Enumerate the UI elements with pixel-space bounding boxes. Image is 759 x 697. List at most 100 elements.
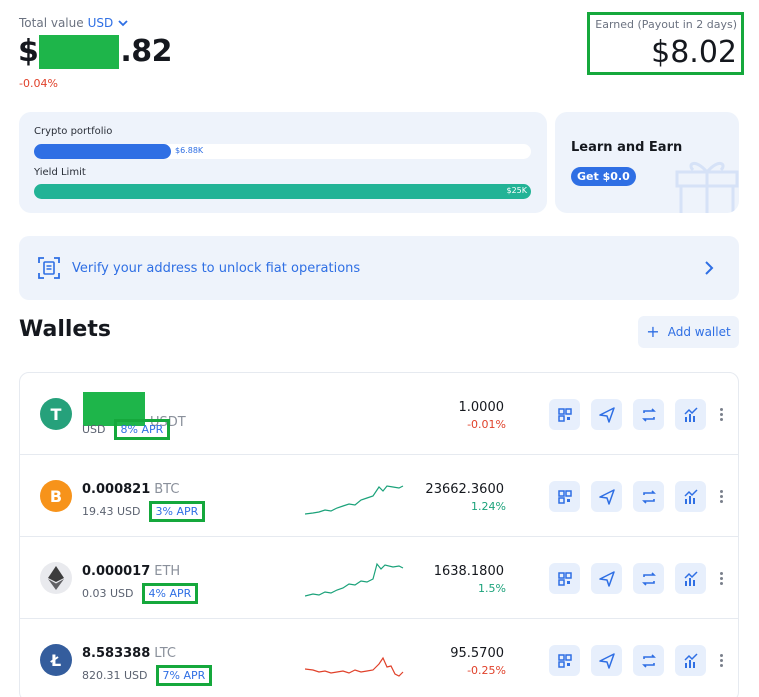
get-reward-button[interactable]: Get $0.0 bbox=[571, 167, 636, 186]
swap-icon bbox=[641, 571, 656, 586]
wallet-row[interactable]: 0.000017 ETH 0.03 USD 4% APR 1638.1800 1.5% bbox=[20, 537, 738, 619]
chevron-right-icon bbox=[705, 261, 714, 275]
wallet-row[interactable]: B 0.000821 BTC 19.43 USD 3% APR 23662.3600 1.2… bbox=[20, 455, 738, 537]
eth-coin-icon bbox=[40, 562, 72, 594]
verify-address-text: Verify your address to unlock fiat opera… bbox=[72, 260, 361, 276]
total-value-suffix: .82 bbox=[120, 34, 173, 69]
coin-glyph: B bbox=[49, 486, 63, 506]
yield-limit-value: $25K bbox=[506, 186, 527, 195]
learn-earn-card[interactable]: Learn and Earn Get $0.0 bbox=[555, 112, 739, 213]
total-value: $ .82 bbox=[18, 34, 173, 69]
yield-limit-fill bbox=[34, 184, 531, 199]
wallet-usd-line: USD 8% APR bbox=[82, 419, 171, 440]
wallet-price-change: -0.01% bbox=[467, 418, 506, 431]
qr-receive-button[interactable] bbox=[549, 563, 580, 594]
wallet-usd-value: 0.03 USD bbox=[82, 587, 134, 600]
qr-receive-button[interactable] bbox=[549, 399, 580, 430]
total-value-prefix: $ bbox=[18, 34, 39, 69]
qr-receive-button[interactable] bbox=[549, 645, 580, 676]
send-button[interactable] bbox=[591, 645, 622, 676]
chart-icon bbox=[683, 488, 698, 504]
swap-button[interactable] bbox=[633, 481, 664, 512]
coin-glyph: Ł bbox=[50, 650, 62, 670]
more-options-icon[interactable] bbox=[720, 652, 724, 669]
send-button[interactable] bbox=[591, 481, 622, 512]
ltc-coin-icon: Ł bbox=[40, 644, 72, 676]
usdt-coin-icon: T bbox=[40, 398, 72, 430]
wallet-amount-line: 0.000821 BTC bbox=[82, 482, 179, 497]
wallet-amount: 8.583388 bbox=[82, 646, 151, 661]
apr-badge: 8% APR bbox=[113, 419, 171, 440]
yield-limit-bar: $25K bbox=[34, 184, 531, 199]
wallet-price: 1638.1800 bbox=[433, 564, 504, 579]
wallet-price-change: 1.5% bbox=[478, 582, 506, 595]
send-button[interactable] bbox=[591, 563, 622, 594]
wallet-usd-value: 19.43 USD bbox=[82, 505, 141, 518]
swap-icon bbox=[641, 653, 656, 668]
qr-receive-icon bbox=[557, 653, 572, 668]
send-icon bbox=[598, 406, 615, 423]
qr-receive-button[interactable] bbox=[549, 481, 580, 512]
ethereum-icon bbox=[48, 566, 64, 590]
send-icon bbox=[598, 488, 615, 505]
swap-button[interactable] bbox=[633, 563, 664, 594]
learn-earn-title: Learn and Earn bbox=[571, 140, 683, 155]
earned-label: Earned (Payout in 2 days) bbox=[595, 18, 737, 31]
more-options-icon[interactable] bbox=[720, 488, 724, 505]
wallet-usd-line: 820.31 USD 7% APR bbox=[82, 665, 213, 686]
chart-icon bbox=[683, 652, 698, 668]
yield-limit-label: Yield Limit bbox=[34, 167, 86, 178]
swap-icon bbox=[641, 489, 656, 504]
swap-button[interactable] bbox=[633, 399, 664, 430]
wallet-amount: 0.000017 bbox=[82, 564, 151, 579]
add-wallet-label: Add wallet bbox=[667, 325, 731, 339]
wallets-title: Wallets bbox=[19, 317, 111, 342]
more-options-icon[interactable] bbox=[720, 406, 724, 423]
chart-button[interactable] bbox=[675, 399, 706, 430]
chart-button[interactable] bbox=[675, 563, 706, 594]
earned-value: $8.02 bbox=[651, 35, 737, 70]
chart-button[interactable] bbox=[675, 481, 706, 512]
document-scan-icon bbox=[38, 257, 60, 279]
add-wallet-button[interactable]: + Add wallet bbox=[638, 316, 739, 348]
apr-badge: 3% APR bbox=[148, 501, 206, 522]
wallet-symbol: ETH bbox=[154, 564, 181, 579]
crypto-portfolio-fill bbox=[34, 144, 171, 159]
chevron-down-icon[interactable] bbox=[117, 17, 129, 29]
chart-button[interactable] bbox=[675, 645, 706, 676]
apr-badge: 7% APR bbox=[155, 665, 213, 686]
plus-icon: + bbox=[646, 322, 660, 341]
chart-icon bbox=[683, 406, 698, 422]
portfolio-card: Crypto portfolio $6.88K Yield Limit $25K bbox=[19, 112, 547, 213]
qr-receive-icon bbox=[557, 407, 572, 422]
wallet-price: 1.0000 bbox=[458, 400, 505, 415]
wallet-list: T USDT USD 8% APR 1.0000 -0.01% B 0.000821 BTC 19… bbox=[19, 372, 739, 697]
crypto-portfolio-label: Crypto portfolio bbox=[34, 126, 113, 137]
wallet-symbol: BTC bbox=[154, 482, 180, 497]
chart-icon bbox=[683, 570, 698, 586]
swap-button[interactable] bbox=[633, 645, 664, 676]
crypto-portfolio-bar: $6.88K bbox=[34, 144, 531, 159]
price-sparkline bbox=[305, 485, 404, 515]
send-button[interactable] bbox=[591, 399, 622, 430]
verify-address-banner[interactable]: Verify your address to unlock fiat opera… bbox=[19, 236, 739, 300]
total-value-change: -0.04% bbox=[19, 77, 58, 90]
price-sparkline bbox=[305, 562, 404, 597]
wallet-price: 23662.3600 bbox=[425, 482, 504, 497]
wallet-price: 95.5700 bbox=[450, 646, 504, 661]
send-icon bbox=[598, 570, 615, 587]
coin-glyph: T bbox=[50, 404, 62, 424]
wallet-row[interactable]: T USDT USD 8% APR 1.0000 -0.01% bbox=[20, 373, 738, 455]
crypto-portfolio-value: $6.88K bbox=[175, 146, 204, 155]
wallet-usd-value: 820.31 USD bbox=[82, 669, 148, 682]
wallet-symbol: LTC bbox=[154, 646, 176, 661]
wallet-price-change: -0.25% bbox=[467, 664, 506, 677]
qr-receive-icon bbox=[557, 489, 572, 504]
btc-coin-icon: B bbox=[40, 480, 72, 512]
send-icon bbox=[598, 652, 615, 669]
currency-select[interactable]: USD bbox=[88, 16, 114, 30]
earned-box: Earned (Payout in 2 days) $8.02 bbox=[587, 12, 744, 75]
wallet-amount-line: 0.000017 ETH bbox=[82, 564, 180, 579]
wallet-row[interactable]: Ł 8.583388 LTC 820.31 USD 7% APR 95.5700 -0.25… bbox=[20, 619, 738, 697]
more-options-icon[interactable] bbox=[720, 570, 724, 587]
